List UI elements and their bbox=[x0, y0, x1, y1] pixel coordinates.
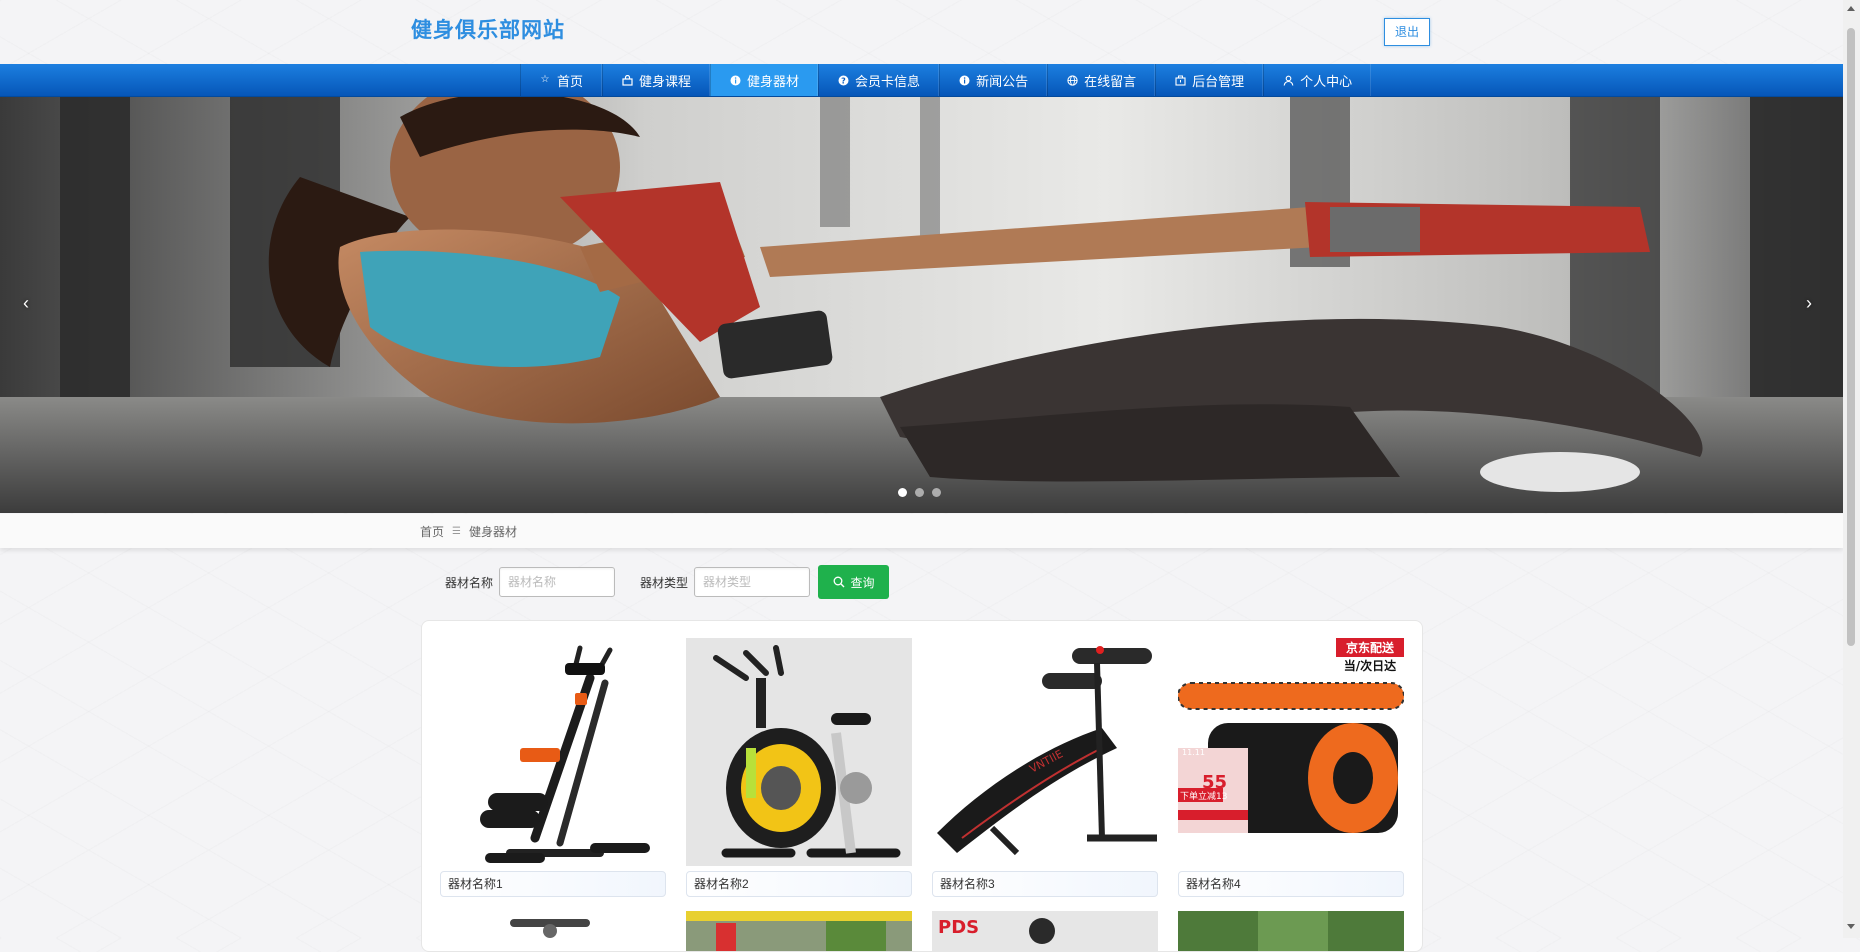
product-name[interactable]: 器材名称4 bbox=[1178, 871, 1404, 897]
nav-item-news[interactable]: 新闻公告 bbox=[939, 64, 1048, 96]
info-circle-icon bbox=[958, 74, 970, 86]
product-image[interactable]: PDS bbox=[932, 911, 1158, 951]
logout-button[interactable]: 退出 bbox=[1384, 18, 1430, 46]
equipment-name-input[interactable] bbox=[499, 567, 616, 597]
nav-item-courses[interactable]: 健身课程 bbox=[602, 64, 711, 96]
nav-item-membership[interactable]: ? 会员卡信息 bbox=[818, 64, 940, 96]
product-name[interactable]: 器材名称1 bbox=[440, 871, 666, 897]
product-image[interactable]: VNTIIE bbox=[932, 638, 1158, 866]
bag-icon bbox=[621, 74, 633, 86]
svg-text:?: ? bbox=[841, 76, 846, 85]
badge-line1: 京东配送 bbox=[1346, 640, 1395, 655]
nav-item-messages[interactable]: 在线留言 bbox=[1047, 64, 1156, 96]
brand-logo: PDS bbox=[938, 917, 979, 938]
query-button-label: 查询 bbox=[850, 575, 875, 590]
search-icon bbox=[833, 576, 845, 588]
user-icon bbox=[1282, 74, 1294, 86]
main-nav: ☆ 首页 健身课程 健身器材 ? 会员卡信息 新闻公告 在线留言 后台管理 个人… bbox=[0, 64, 1843, 97]
product-name[interactable]: 器材名称3 bbox=[932, 871, 1158, 897]
type-label: 器材类型 bbox=[640, 575, 689, 590]
nav-item-admin[interactable]: 后台管理 bbox=[1155, 64, 1264, 96]
product-image[interactable] bbox=[686, 911, 912, 951]
nav-item-label: 首页 bbox=[557, 73, 584, 89]
product-card[interactable]: PDS bbox=[932, 911, 1158, 951]
query-button[interactable]: 查询 bbox=[818, 565, 890, 599]
product-image[interactable] bbox=[686, 638, 912, 866]
scroll-up-arrow-icon[interactable] bbox=[1847, 6, 1855, 11]
product-image[interactable] bbox=[1178, 911, 1404, 951]
nav-item-label: 健身课程 bbox=[639, 73, 692, 89]
carousel-prev-button[interactable]: ‹ bbox=[23, 293, 29, 314]
nav-item-label: 在线留言 bbox=[1084, 73, 1137, 89]
product-card[interactable] bbox=[440, 911, 666, 951]
breadcrumb-home[interactable]: 首页 bbox=[420, 523, 444, 540]
promo-price: 55 bbox=[1202, 772, 1227, 793]
menu-icon: ☰ bbox=[452, 526, 461, 537]
nav-item-equipment[interactable]: 健身器材 bbox=[710, 64, 819, 96]
breadcrumb-current: 健身器材 bbox=[468, 525, 517, 539]
hero-carousel[interactable]: ‹ › bbox=[0, 97, 1843, 513]
promo-event: 11.11 bbox=[1182, 748, 1205, 757]
product-card[interactable]: 器材名称1 bbox=[440, 638, 666, 897]
nav-item-label: 新闻公告 bbox=[976, 73, 1029, 89]
carousel-indicators bbox=[898, 488, 941, 497]
scrollbar-thumb[interactable] bbox=[1847, 28, 1855, 646]
badge-line2: 当/次日达 bbox=[1344, 658, 1396, 673]
question-circle-icon: ? bbox=[837, 74, 849, 86]
nav-item-label: 健身器材 bbox=[747, 73, 800, 89]
product-image[interactable] bbox=[440, 638, 666, 866]
carousel-dot[interactable] bbox=[898, 488, 907, 497]
equipment-type-input[interactable] bbox=[694, 567, 811, 597]
product-name[interactable]: 器材名称2 bbox=[686, 871, 912, 897]
product-grid: 器材名称1 器材名称2 VNTIIE 器材名称3 11.11 55 下单立减13… bbox=[421, 620, 1423, 952]
nav-item-label: 会员卡信息 bbox=[855, 73, 921, 89]
scroll-down-arrow-icon[interactable] bbox=[1847, 924, 1855, 929]
star-icon: ☆ bbox=[540, 74, 550, 85]
breadcrumb: 首页 ☰ 健身器材 bbox=[420, 523, 517, 540]
promo-tag: 下单立减13 bbox=[1180, 790, 1227, 802]
site-title[interactable]: 健身俱乐部网站 bbox=[411, 14, 565, 44]
name-label: 器材名称 bbox=[445, 575, 494, 590]
page-scrollbar[interactable] bbox=[1843, 0, 1860, 938]
carousel-next-button[interactable]: › bbox=[1806, 293, 1812, 314]
site-header: 健身俱乐部网站 退出 bbox=[0, 0, 1843, 64]
search-form: 器材名称 器材类型 查询 bbox=[445, 565, 890, 599]
nav-item-profile[interactable]: 个人中心 bbox=[1263, 64, 1372, 96]
carousel-dot[interactable] bbox=[932, 488, 941, 497]
product-card[interactable]: 器材名称2 bbox=[686, 638, 912, 897]
breadcrumb-bar: 首页 ☰ 健身器材 bbox=[0, 514, 1843, 548]
product-image[interactable]: 11.11 55 下单立减13 京东配送 当/次日达 bbox=[1178, 638, 1404, 866]
carousel-dot[interactable] bbox=[915, 488, 924, 497]
product-card[interactable] bbox=[1178, 911, 1404, 951]
briefcase-icon bbox=[1174, 74, 1186, 86]
product-image[interactable] bbox=[440, 911, 666, 951]
product-card[interactable]: 11.11 55 下单立减13 京东配送 当/次日达 器材名称4 bbox=[1178, 638, 1404, 897]
nav-item-label: 个人中心 bbox=[1300, 73, 1353, 89]
product-card[interactable]: VNTIIE 器材名称3 bbox=[932, 638, 1158, 897]
product-card[interactable] bbox=[686, 911, 912, 951]
hero-image bbox=[0, 97, 1843, 513]
nav-item-home[interactable]: ☆ 首页 bbox=[520, 64, 603, 96]
info-circle-icon bbox=[729, 74, 741, 86]
nav-item-label: 后台管理 bbox=[1192, 73, 1245, 89]
globe-icon bbox=[1066, 74, 1078, 86]
